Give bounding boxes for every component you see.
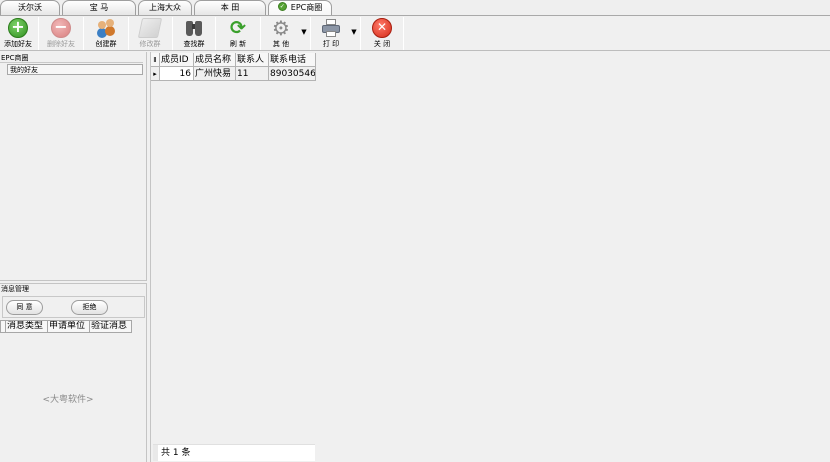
tab-label: 本 田 bbox=[220, 3, 240, 12]
toolbar-divider bbox=[215, 17, 216, 50]
watermark-text: <大粤软件> bbox=[42, 395, 94, 405]
other-button[interactable]: ⚙ 其 他 bbox=[263, 16, 299, 51]
tab-epc-circle[interactable]: ✓ EPC商圈 bbox=[268, 0, 332, 15]
column-header[interactable]: 成员名称 bbox=[194, 53, 236, 67]
toolbar: + 添加好友 − 删除好友 创建群 修改群 查找群 ⟳ 刷 新 ⚙ 其 他 ▼ … bbox=[0, 16, 830, 51]
message-panel: 消息管理 同 意 拒绝 消息类型 申请单位 验证消息 <大粤软件> bbox=[0, 283, 147, 462]
edit-icon bbox=[137, 18, 163, 38]
tab-label: 宝 马 bbox=[89, 3, 109, 12]
close-label: 关 闭 bbox=[373, 40, 391, 48]
other-label: 其 他 bbox=[272, 40, 290, 48]
binoculars-icon bbox=[184, 18, 204, 38]
refresh-icon: ⟳ bbox=[230, 17, 246, 39]
refresh-button[interactable]: ⟳ 刷 新 bbox=[219, 16, 257, 51]
remove-icon: − bbox=[51, 18, 71, 38]
delete-friend-label: 删除好友 bbox=[47, 40, 75, 48]
cell-phone[interactable]: 89030546 bbox=[269, 67, 316, 81]
edit-group-button[interactable]: 修改群 bbox=[132, 16, 168, 51]
delete-friend-button[interactable]: − 删除好友 bbox=[42, 16, 80, 51]
tab-label: 沃尔沃 bbox=[18, 3, 42, 12]
toolbar-divider bbox=[172, 17, 173, 50]
toolbar-divider bbox=[128, 17, 129, 50]
agree-button[interactable]: 同 意 bbox=[6, 300, 43, 315]
column-header[interactable]: 联系电话 bbox=[269, 53, 316, 67]
close-button[interactable]: ✕ 关 闭 bbox=[364, 16, 400, 51]
column-header[interactable]: 申请单位 bbox=[48, 321, 90, 332]
print-dropdown-arrow[interactable]: ▼ bbox=[350, 16, 358, 51]
record-count-bar: 共 1 条 bbox=[153, 444, 315, 461]
refresh-label: 刷 新 bbox=[229, 40, 247, 48]
friend-tree-panel: EPC商圈 我的好友 bbox=[0, 52, 147, 281]
tab-bmw[interactable]: 宝 马 bbox=[62, 0, 136, 15]
tab-honda[interactable]: 本 田 bbox=[194, 0, 266, 15]
toolbar-divider bbox=[38, 17, 39, 50]
tab-label: EPC商圈 bbox=[290, 3, 323, 12]
table-header-row: Ⅱ 成员ID 成员名称 联系人 联系电话 bbox=[151, 53, 316, 67]
column-header[interactable]: 成员ID bbox=[160, 53, 194, 67]
toolbar-divider bbox=[260, 17, 261, 50]
toolbar-divider bbox=[83, 17, 84, 50]
toolbar-divider bbox=[403, 17, 404, 50]
users-icon bbox=[96, 18, 116, 38]
add-friend-button[interactable]: + 添加好友 bbox=[0, 16, 36, 51]
footer-gutter bbox=[153, 445, 158, 461]
column-header[interactable]: 验证消息 bbox=[90, 321, 132, 332]
add-friend-label: 添加好友 bbox=[4, 40, 32, 48]
table-row[interactable]: ▸ 16 广州快易 11 89030546 bbox=[151, 67, 316, 81]
message-panel-title: 消息管理 bbox=[1, 285, 29, 293]
find-group-label: 查找群 bbox=[183, 40, 205, 48]
check-circle-icon: ✓ bbox=[277, 2, 287, 11]
message-button-bar: 同 意 拒绝 bbox=[2, 296, 145, 318]
print-label: 打 印 bbox=[322, 40, 340, 48]
column-header[interactable]: 联系人 bbox=[236, 53, 269, 67]
cell-contact[interactable]: 11 bbox=[236, 67, 269, 81]
column-header[interactable]: 消息类型 bbox=[6, 321, 48, 332]
toolbar-divider bbox=[360, 17, 361, 50]
toolbar-divider bbox=[310, 17, 311, 50]
print-button[interactable]: 打 印 bbox=[313, 16, 349, 51]
add-icon: + bbox=[8, 18, 28, 38]
row-selector-header: Ⅱ bbox=[151, 53, 160, 67]
member-grid-panel: Ⅱ 成员ID 成员名称 联系人 联系电话 ▸ 16 广州快易 11 890305… bbox=[150, 52, 830, 462]
tab-shanghai-vw[interactable]: 上海大众 bbox=[138, 0, 192, 15]
tree-root-epc[interactable]: EPC商圈 bbox=[0, 53, 143, 63]
cell-member-name[interactable]: 广州快易 bbox=[194, 67, 236, 81]
cell-member-id[interactable]: 16 bbox=[160, 67, 194, 81]
tab-volvo[interactable]: 沃尔沃 bbox=[0, 0, 60, 15]
tab-strip: 沃尔沃 宝 马 上海大众 本 田 ✓ EPC商圈 bbox=[0, 0, 830, 16]
message-table-header: 消息类型 申请单位 验证消息 bbox=[0, 320, 132, 333]
create-group-label: 创建群 bbox=[95, 40, 117, 48]
printer-icon bbox=[321, 18, 341, 38]
gear-icon: ⚙ bbox=[272, 16, 290, 40]
other-dropdown-arrow[interactable]: ▼ bbox=[300, 16, 308, 51]
current-row-indicator: ▸ bbox=[151, 67, 160, 81]
edit-group-label: 修改群 bbox=[139, 40, 161, 48]
create-group-button[interactable]: 创建群 bbox=[87, 16, 125, 51]
close-icon: ✕ bbox=[372, 18, 392, 38]
find-group-button[interactable]: 查找群 bbox=[176, 16, 212, 51]
tree-item-my-friends[interactable]: 我的好友 bbox=[7, 64, 143, 75]
reject-button[interactable]: 拒绝 bbox=[71, 300, 108, 315]
record-count: 共 1 条 bbox=[161, 448, 191, 458]
tab-label: 上海大众 bbox=[149, 3, 181, 12]
